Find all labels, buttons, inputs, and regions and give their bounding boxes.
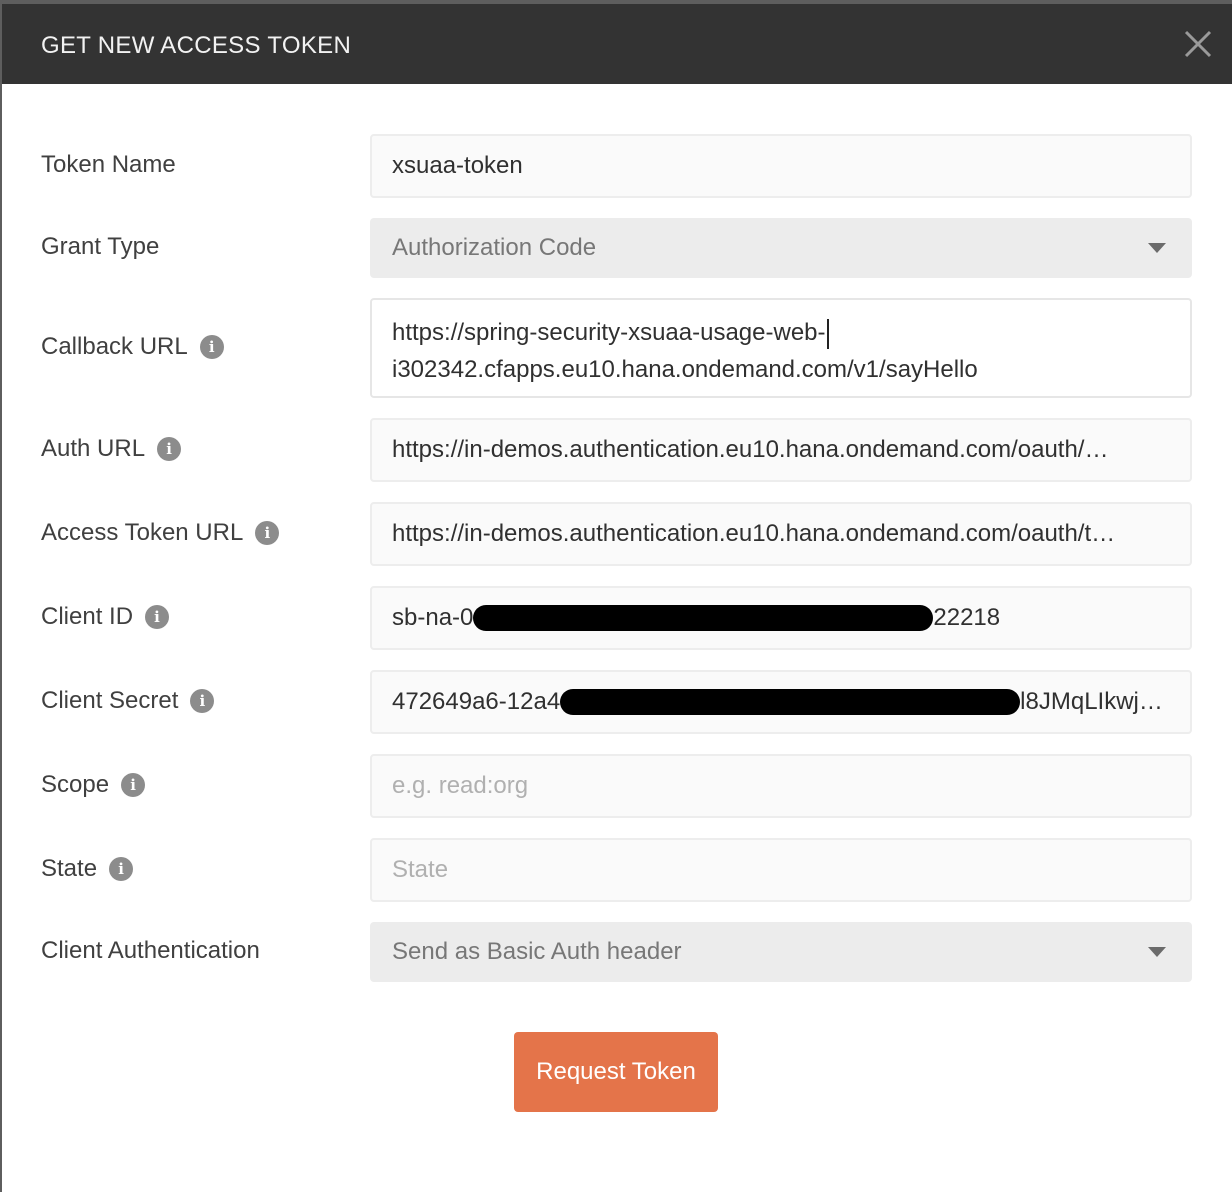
client-id-input[interactable]: sb-na-0 22218 bbox=[370, 586, 1192, 650]
client-secret-label: Client Secret i bbox=[41, 687, 215, 715]
auth-url-label-text: Auth URL bbox=[41, 435, 146, 462]
client-secret-suffix: l8JMqLIkwj… bbox=[1020, 688, 1163, 715]
callback-url-input[interactable]: https://spring-security-xsuaa-usage-web-… bbox=[370, 298, 1192, 398]
token-name-label-text: Token Name bbox=[41, 151, 176, 178]
close-button[interactable] bbox=[1178, 24, 1218, 64]
scope-label: Scope i bbox=[41, 771, 146, 799]
client-id-prefix: sb-na-0 bbox=[392, 604, 474, 631]
chevron-down-icon bbox=[1148, 243, 1166, 253]
info-icon[interactable]: i bbox=[121, 773, 146, 797]
grant-type-label: Grant Type bbox=[41, 233, 159, 261]
access-token-url-value: https://in-demos.authentication.eu10.han… bbox=[392, 520, 1116, 547]
close-icon bbox=[1184, 30, 1212, 58]
request-token-button[interactable]: Request Token bbox=[514, 1032, 718, 1112]
info-icon[interactable]: i bbox=[157, 437, 182, 461]
access-token-url-label: Access Token URL i bbox=[41, 519, 280, 547]
info-icon[interactable]: i bbox=[109, 857, 134, 881]
callback-url-value: https://spring-security-xsuaa-usage-web-… bbox=[392, 314, 978, 388]
grant-type-label-text: Grant Type bbox=[41, 233, 160, 260]
client-id-suffix: 22218 bbox=[933, 604, 1001, 631]
access-token-url-input[interactable]: https://in-demos.authentication.eu10.han… bbox=[370, 502, 1192, 566]
state-placeholder: State bbox=[392, 856, 449, 883]
callback-url-label-text: Callback URL bbox=[41, 333, 188, 360]
state-label-text: State bbox=[41, 855, 98, 882]
get-new-access-token-dialog: GET NEW ACCESS TOKEN Token Name xsuaa-to… bbox=[2, 4, 1232, 1192]
client-id-label: Client ID i bbox=[41, 603, 170, 631]
client-secret-label-text: Client Secret bbox=[41, 687, 179, 714]
redaction-bar bbox=[473, 605, 934, 631]
state-label: State i bbox=[41, 855, 134, 883]
info-icon[interactable]: i bbox=[255, 521, 280, 545]
state-input[interactable]: State bbox=[370, 838, 1192, 902]
scope-placeholder: e.g. read:org bbox=[392, 772, 529, 799]
scope-input[interactable]: e.g. read:org bbox=[370, 754, 1192, 818]
scope-label-text: Scope bbox=[41, 771, 110, 798]
grant-type-value: Authorization Code bbox=[392, 234, 597, 261]
client-id-label-text: Client ID bbox=[41, 603, 134, 630]
callback-url-line-1: https://spring-security-xsuaa-usage-web- bbox=[392, 319, 826, 346]
auth-url-value: https://in-demos.authentication.eu10.han… bbox=[392, 436, 1109, 463]
client-secret-prefix: 472649a6-12a4 bbox=[392, 688, 561, 715]
auth-url-label: Auth URL i bbox=[41, 435, 182, 463]
client-secret-input[interactable]: 472649a6-12a4 l8JMqLIkwj… bbox=[370, 670, 1192, 734]
client-authentication-label-text: Client Authentication bbox=[41, 937, 260, 964]
modal-title: GET NEW ACCESS TOKEN bbox=[41, 32, 352, 59]
info-icon[interactable]: i bbox=[145, 605, 170, 629]
token-name-input[interactable]: xsuaa-token bbox=[370, 134, 1192, 198]
callback-url-line-2: i302342.cfapps.eu10.hana.ondemand.com/v1… bbox=[392, 356, 978, 383]
access-token-url-label-text: Access Token URL bbox=[41, 519, 244, 546]
client-authentication-value: Send as Basic Auth header bbox=[392, 938, 682, 965]
info-icon[interactable]: i bbox=[190, 689, 215, 713]
info-icon[interactable]: i bbox=[199, 335, 224, 359]
client-authentication-label: Client Authentication bbox=[41, 937, 260, 965]
modal-header: GET NEW ACCESS TOKEN bbox=[2, 4, 1232, 84]
token-name-label: Token Name bbox=[41, 151, 176, 179]
grant-type-select[interactable]: Authorization Code bbox=[370, 218, 1192, 278]
redaction-bar bbox=[560, 689, 1021, 715]
chevron-down-icon bbox=[1148, 947, 1166, 957]
callback-url-label: Callback URL i bbox=[41, 333, 224, 361]
text-cursor bbox=[826, 318, 829, 349]
client-authentication-select[interactable]: Send as Basic Auth header bbox=[370, 922, 1192, 982]
auth-url-input[interactable]: https://in-demos.authentication.eu10.han… bbox=[370, 418, 1192, 482]
token-name-value: xsuaa-token bbox=[392, 152, 523, 179]
